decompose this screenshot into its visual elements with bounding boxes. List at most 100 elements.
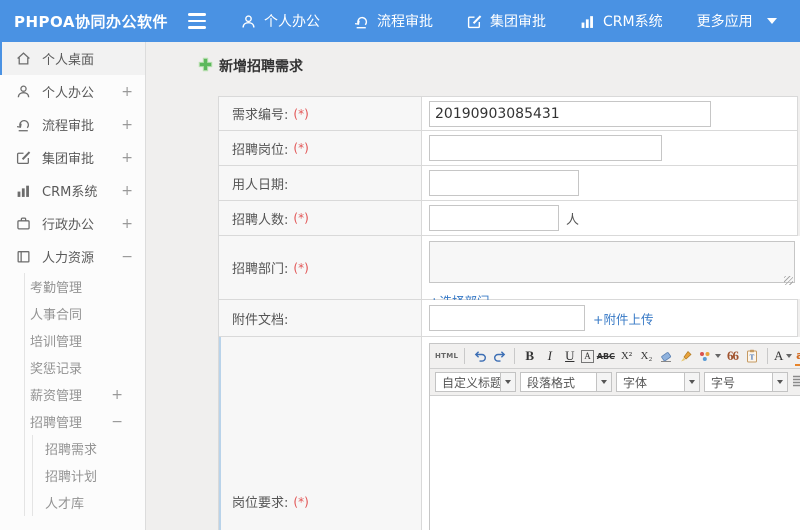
sidebar-item-personal-desktop[interactable]: 个人桌面 xyxy=(0,42,145,75)
editor-content-area[interactable] xyxy=(430,396,800,530)
position-input[interactable] xyxy=(429,135,662,161)
sidebar-item-hr[interactable]: 人力资源 − xyxy=(0,240,145,273)
dept-textarea[interactable] xyxy=(429,241,795,283)
caret-down-icon xyxy=(772,373,787,391)
expand-icon[interactable]: + xyxy=(121,85,133,99)
sidebar-item-talent-pool[interactable]: 人才库 xyxy=(33,489,145,516)
sidebar-item-salary[interactable]: 薪资管理 + xyxy=(25,381,145,408)
strikethrough-button[interactable]: ABC xyxy=(597,347,615,366)
form-row-requirement: 岗位要求: (*) HTML B I U A ABC X² X₂ 66 T A … xyxy=(219,337,800,530)
unit-suffix: 人 xyxy=(566,212,580,228)
superscript-button[interactable]: X² xyxy=(618,347,635,366)
paste-text-icon[interactable]: T xyxy=(744,347,761,366)
topnav-workflow-approval[interactable]: 流程审批 xyxy=(337,0,450,42)
bar-chart-icon xyxy=(16,183,32,199)
rich-text-editor: HTML B I U A ABC X² X₂ 66 T A a 自定义标题 段落… xyxy=(429,343,800,530)
collapse-icon[interactable]: − xyxy=(121,250,133,264)
resize-grip[interactable] xyxy=(784,276,793,285)
person-icon xyxy=(241,14,256,29)
align-left-icon[interactable] xyxy=(792,374,800,391)
sidebar-item-training[interactable]: 培训管理 xyxy=(25,327,145,354)
topnav-crm[interactable]: CRM系统 xyxy=(563,0,680,42)
form-row-code: 需求编号: (*) xyxy=(219,97,797,131)
upload-attachment-link[interactable]: +附件上传 xyxy=(593,309,653,328)
sidebar-item-group-approval[interactable]: 集团审批 + xyxy=(0,141,145,174)
caret-down-icon xyxy=(500,373,515,391)
top-nav: 个人办公 流程审批 集团审批 CRM系统 更多应用 xyxy=(224,0,794,42)
required-marker: (*) xyxy=(293,141,309,155)
sidebar-item-recruit-demand[interactable]: 招聘需求 xyxy=(33,435,145,462)
bar-chart-icon xyxy=(580,14,595,29)
underline-button[interactable]: U xyxy=(561,347,578,366)
bg-color-button[interactable]: ab xyxy=(795,347,800,366)
headcount-input[interactable] xyxy=(429,205,559,231)
hamburger-menu-icon[interactable] xyxy=(188,13,210,29)
italic-button[interactable]: I xyxy=(541,347,558,366)
color-palette-icon[interactable] xyxy=(698,347,721,366)
edit-icon xyxy=(16,150,32,166)
font-family-select[interactable]: 字体 xyxy=(616,372,700,392)
process-icon xyxy=(16,117,32,133)
home-icon xyxy=(16,51,32,67)
sidebar-item-personal-office[interactable]: 个人办公 + xyxy=(0,75,145,108)
caret-down-icon xyxy=(786,354,793,358)
hire-date-input[interactable] xyxy=(429,170,579,196)
topnav-more-apps[interactable]: 更多应用 xyxy=(680,0,794,42)
heading-select[interactable]: 自定义标题 xyxy=(435,372,516,392)
caret-down-icon xyxy=(714,354,721,358)
expand-icon[interactable]: + xyxy=(121,151,133,165)
field-label: 招聘人数: xyxy=(232,212,289,228)
sidebar-item-rewards[interactable]: 奖惩记录 xyxy=(25,354,145,381)
sidebar-item-attendance[interactable]: 考勤管理 xyxy=(25,273,145,300)
expand-icon[interactable]: + xyxy=(121,118,133,132)
top-bar: PHPOA协同办公软件 个人办公 流程审批 集团审批 CRM系统 更多应用 xyxy=(0,0,800,42)
required-marker: (*) xyxy=(293,260,309,275)
collapse-icon[interactable]: − xyxy=(111,415,123,429)
undo-icon[interactable] xyxy=(471,347,488,366)
topnav-group-approval[interactable]: 集团审批 xyxy=(450,0,563,42)
sidebar-item-recruit-mgmt[interactable]: 招聘管理 − xyxy=(25,408,145,435)
hr-submenu: 考勤管理 人事合同 培训管理 奖惩记录 薪资管理 + 招聘管理 − 招聘需求 招聘计… xyxy=(24,273,145,516)
field-label: 附件文档: xyxy=(232,312,289,328)
sidebar-item-recruit-plan[interactable]: 招聘计划 xyxy=(33,462,145,489)
form-row-date: 用人日期: xyxy=(219,166,797,201)
font-size-select[interactable]: 字号 xyxy=(704,372,788,392)
redo-icon[interactable] xyxy=(491,347,508,366)
eraser-icon[interactable] xyxy=(658,347,675,366)
main-content: 新增招聘需求 需求编号: (*) 招聘岗位: (*) xyxy=(146,42,800,530)
field-label: 招聘岗位: xyxy=(232,142,289,158)
font-color-button[interactable]: A xyxy=(774,347,793,366)
process-icon xyxy=(354,14,369,29)
expand-icon[interactable]: + xyxy=(111,388,123,402)
expand-icon[interactable]: + xyxy=(121,184,133,198)
paragraph-format-select[interactable]: 段落格式 xyxy=(520,372,612,392)
sidebar-item-crm[interactable]: CRM系统 + xyxy=(0,174,145,207)
recruit-demand-form: 需求编号: (*) 招聘岗位: (*) 用人日期: xyxy=(218,96,800,530)
required-marker: (*) xyxy=(293,211,309,225)
attachment-input[interactable] xyxy=(429,305,585,331)
topnav-personal-office[interactable]: 个人办公 xyxy=(224,0,337,42)
recruit-submenu: 招聘需求 招聘计划 人才库 xyxy=(32,435,145,516)
demand-code-input[interactable] xyxy=(429,100,711,127)
add-icon xyxy=(198,57,213,76)
sidebar-item-workflow-approval[interactable]: 流程审批 + xyxy=(0,108,145,141)
caret-down-icon xyxy=(596,373,611,391)
field-label: 岗位要求: xyxy=(232,496,289,511)
format-brush-icon[interactable] xyxy=(678,347,695,366)
field-label: 招聘部门: xyxy=(232,262,289,277)
sidebar-item-admin-office[interactable]: 行政办公 + xyxy=(0,207,145,240)
caret-down-icon xyxy=(766,18,777,24)
blockquote-button[interactable]: 66 xyxy=(724,347,741,366)
subscript-button[interactable]: X₂ xyxy=(638,347,655,366)
svg-text:T: T xyxy=(750,354,755,362)
form-row-dept: 招聘部门: (*) +选择部门 xyxy=(219,236,800,309)
bold-button[interactable]: B xyxy=(521,347,538,366)
briefcase-icon xyxy=(16,216,32,232)
html-source-button[interactable]: HTML xyxy=(435,347,458,366)
form-row-position: 招聘岗位: (*) xyxy=(219,131,797,166)
font-style-button[interactable]: A xyxy=(581,349,594,363)
sidebar: 个人桌面 个人办公 + 流程审批 + 集团审批 + CRM系统 + 行政办公 + xyxy=(0,42,146,530)
sidebar-item-hr-contract[interactable]: 人事合同 xyxy=(25,300,145,327)
page-title: 新增招聘需求 xyxy=(198,56,303,76)
expand-icon[interactable]: + xyxy=(121,217,133,231)
